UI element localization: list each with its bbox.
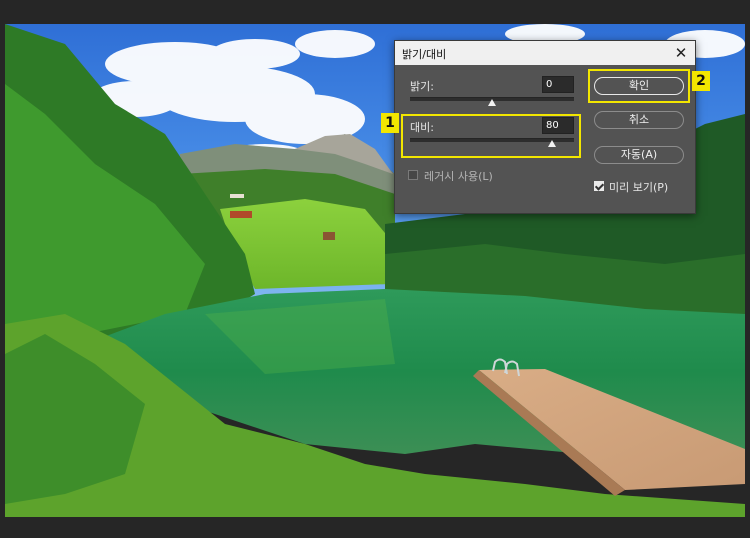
brightness-slider-thumb[interactable] [488, 99, 496, 106]
preview-label[interactable]: 미리 보기(P) [609, 179, 668, 195]
dialog-title: 밝기/대비 [402, 48, 447, 61]
auto-button[interactable]: 자동(A) [594, 146, 684, 164]
legacy-label[interactable]: 레거시 사용(L) [424, 168, 493, 184]
ok-highlight-box [588, 69, 690, 103]
annotation-badge-1: 1 [381, 113, 399, 133]
brightness-label: 밝기: [410, 80, 434, 93]
annotation-badge-2: 2 [692, 71, 710, 91]
close-icon[interactable]: ✕ [671, 43, 691, 63]
dialog-titlebar[interactable]: 밝기/대비 ✕ [395, 41, 695, 65]
legacy-checkbox[interactable] [408, 170, 418, 180]
brightness-input[interactable] [542, 76, 574, 93]
preview-checkbox[interactable] [594, 181, 604, 191]
contrast-highlight-box [401, 114, 581, 158]
cancel-button[interactable]: 취소 [594, 111, 684, 129]
